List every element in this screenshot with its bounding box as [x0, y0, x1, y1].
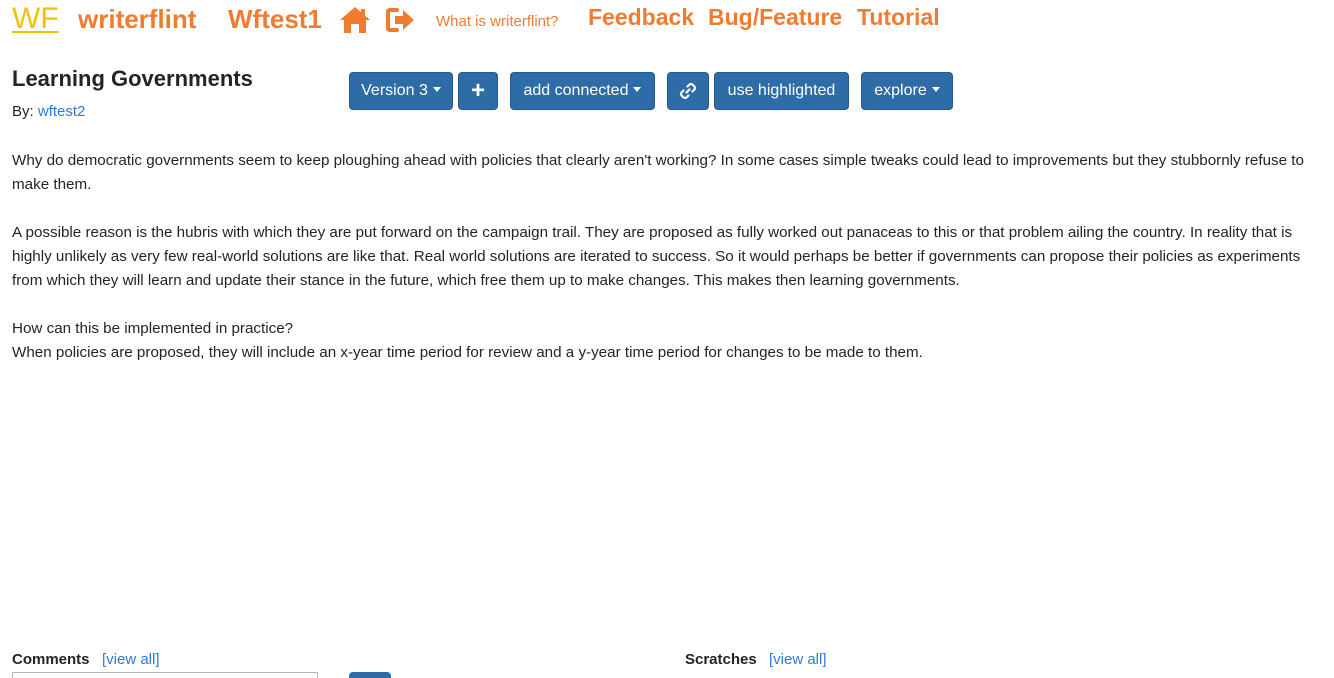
comments-view-all-link[interactable]: [view all]: [102, 651, 160, 668]
caret-down-icon: [432, 87, 441, 92]
byline: By: wftest2: [12, 103, 85, 120]
paragraph: How can this be implemented in practice?: [12, 320, 294, 337]
feedback-link[interactable]: Feedback: [588, 4, 694, 31]
document-body[interactable]: Why do democratic governments seem to ke…: [12, 149, 1324, 365]
top-navbar: WF writerflint Wftest1 What is writerfli…: [0, 0, 1334, 44]
caret-down-icon: [633, 87, 642, 92]
scratches-view-all-link[interactable]: [view all]: [769, 651, 827, 668]
link-button[interactable]: [667, 72, 709, 110]
explore-dropdown-button[interactable]: explore: [861, 72, 953, 110]
add-connected-dropdown-button[interactable]: add connected: [510, 72, 655, 110]
add-button[interactable]: +: [458, 72, 498, 110]
user-link[interactable]: Wftest1: [228, 4, 322, 35]
comment-submit-button[interactable]: [349, 672, 391, 678]
paragraph: A possible reason is the hubris with whi…: [12, 224, 1301, 289]
home-icon[interactable]: [339, 6, 371, 34]
comment-input[interactable]: [12, 672, 318, 678]
what-is-writerflint-link[interactable]: What is writerflint?: [436, 13, 559, 30]
comments-heading: Comments: [12, 651, 90, 668]
caret-down-icon: [931, 87, 940, 92]
by-label: By:: [12, 103, 34, 120]
add-connected-label: add connected: [523, 82, 629, 99]
brand-link[interactable]: writerflint: [78, 4, 196, 35]
explore-label: explore: [874, 82, 927, 99]
link-icon: [679, 82, 697, 100]
sign-out-icon[interactable]: [386, 7, 416, 33]
tutorial-link[interactable]: Tutorial: [857, 4, 940, 31]
version-dropdown-button[interactable]: Version 3: [349, 72, 453, 110]
version-label: Version 3: [361, 82, 428, 99]
author-link[interactable]: wftest2: [38, 103, 86, 120]
use-highlighted-button[interactable]: use highlighted: [714, 72, 849, 110]
page-title: Learning Governments: [12, 66, 253, 91]
paragraph: Why do democratic governments seem to ke…: [12, 152, 1304, 193]
scratches-heading: Scratches: [685, 651, 757, 668]
bug-feature-link[interactable]: Bug/Feature: [708, 4, 842, 31]
paragraph: When policies are proposed, they will in…: [12, 344, 923, 361]
logo[interactable]: WF: [12, 2, 59, 36]
